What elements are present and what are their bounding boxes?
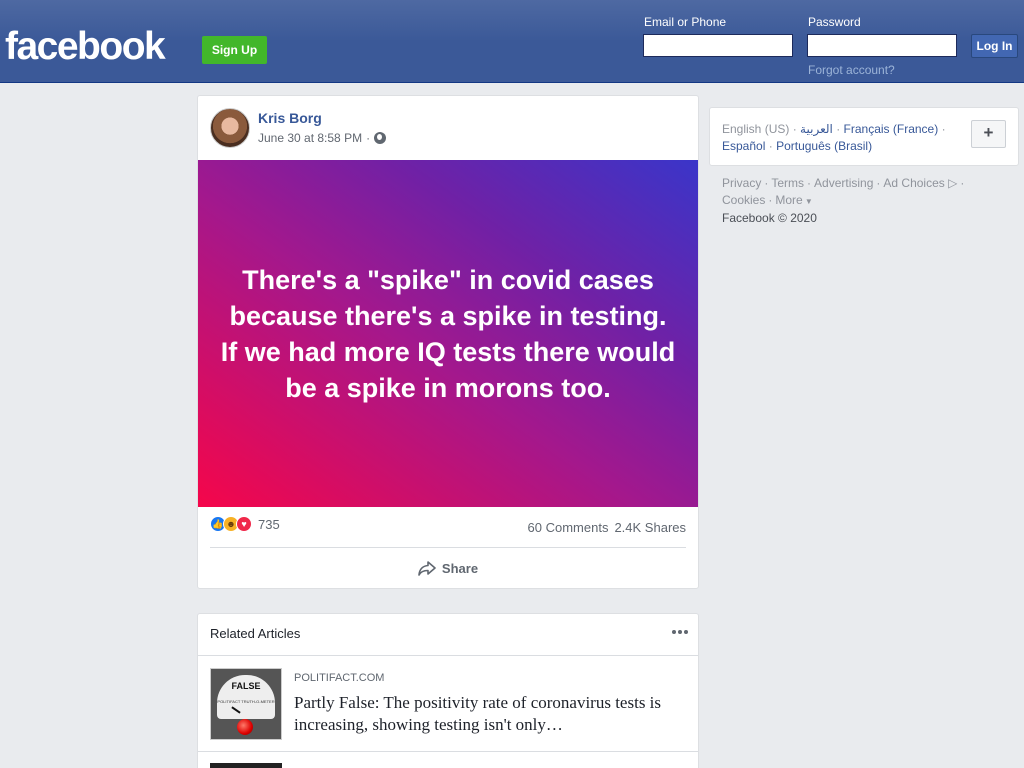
- article-thumbnail[interactable]: [210, 763, 282, 768]
- copyright: Facebook © 2020: [722, 211, 817, 225]
- footer-more[interactable]: More ▼: [775, 193, 812, 207]
- footer-terms[interactable]: Terms: [771, 176, 804, 190]
- log-in-button[interactable]: Log In: [971, 34, 1018, 58]
- more-options-icon[interactable]: [670, 624, 690, 640]
- language-selector: English (US) · العربية · Français (Franc…: [709, 107, 1019, 166]
- footer-cookies[interactable]: Cookies: [722, 193, 765, 207]
- avatar[interactable]: [210, 108, 250, 148]
- language-list: English (US) · العربية · Français (Franc…: [722, 122, 946, 153]
- meter-false-label: FALSE: [231, 681, 261, 691]
- password-label: Password: [808, 15, 861, 29]
- post-meta: June 30 at 8:58 PM ·: [258, 131, 387, 145]
- meta-separator: ·: [366, 131, 371, 145]
- red-light-icon: [237, 719, 253, 735]
- language-french[interactable]: Français (France): [844, 122, 939, 136]
- divider: [198, 751, 698, 752]
- love-icon: ♥: [236, 516, 252, 532]
- article-thumbnail[interactable]: FALSE POLITIFACT TRUTH-O-METER: [210, 668, 282, 740]
- footer-more-label: More: [775, 193, 803, 207]
- post-card: Kris Borg June 30 at 8:58 PM · There's a…: [197, 95, 699, 589]
- password-field[interactable]: [807, 34, 957, 57]
- related-articles-title: Related Articles: [210, 626, 301, 641]
- meter-sub-label: POLITIFACT TRUTH-O-METER: [217, 699, 275, 704]
- meter-needle: [231, 706, 241, 714]
- language-arabic[interactable]: العربية: [800, 122, 833, 136]
- shares-count[interactable]: 2.4K Shares: [614, 520, 686, 535]
- ad-choices-icon: ▷: [948, 176, 958, 190]
- facebook-logo[interactable]: facebook: [5, 27, 166, 67]
- caret-down-icon: ▼: [802, 197, 813, 206]
- share-label: Share: [441, 560, 479, 576]
- globe-icon: [374, 132, 387, 144]
- article-headline[interactable]: Partly False: The positivity rate of cor…: [294, 692, 674, 736]
- comments-count[interactable]: 60 Comments: [528, 520, 609, 535]
- reaction-count[interactable]: 735: [258, 517, 280, 532]
- post-text: There's a "spike" in covid cases because…: [220, 264, 676, 403]
- reactions[interactable]: 👍 ☻ ♥ 735: [210, 516, 280, 532]
- email-field[interactable]: [643, 34, 793, 57]
- current-language: English (US): [722, 122, 790, 136]
- post-stats: 60 Comments 2.4K Shares: [528, 520, 686, 535]
- divider: [210, 547, 686, 548]
- post-text-banner: There's a "spike" in covid cases because…: [198, 160, 698, 507]
- footer-ad-choices-label: Ad Choices: [883, 176, 945, 190]
- footer-advertising[interactable]: Advertising: [814, 176, 873, 190]
- language-spanish[interactable]: Español: [722, 139, 765, 153]
- language-portuguese[interactable]: Português (Brasil): [776, 139, 872, 153]
- truth-meter-icon: FALSE POLITIFACT TRUTH-O-METER: [217, 675, 275, 719]
- post-author[interactable]: Kris Borg: [258, 110, 322, 126]
- footer: Privacy · Terms · Advertising · Ad Choices ▷ · …: [722, 176, 965, 225]
- forgot-account-link[interactable]: Forgot account?: [808, 63, 895, 77]
- divider: [198, 655, 698, 656]
- related-articles-card: Related Articles FALSE POLITIFACT TRUTH-…: [197, 613, 699, 768]
- top-bar: facebook Sign Up Email or Phone Password…: [0, 0, 1024, 83]
- sign-up-button[interactable]: Sign Up: [202, 36, 267, 64]
- share-button[interactable]: Share: [210, 552, 686, 584]
- footer-privacy[interactable]: Privacy: [722, 176, 761, 190]
- share-icon: [418, 561, 436, 576]
- email-label: Email or Phone: [644, 15, 727, 29]
- post-timestamp[interactable]: June 30 at 8:58 PM: [258, 131, 362, 145]
- article-source: POLITIFACT.COM: [294, 672, 385, 684]
- add-language-button[interactable]: +: [971, 120, 1006, 148]
- footer-ad-choices[interactable]: Ad Choices ▷: [883, 176, 957, 190]
